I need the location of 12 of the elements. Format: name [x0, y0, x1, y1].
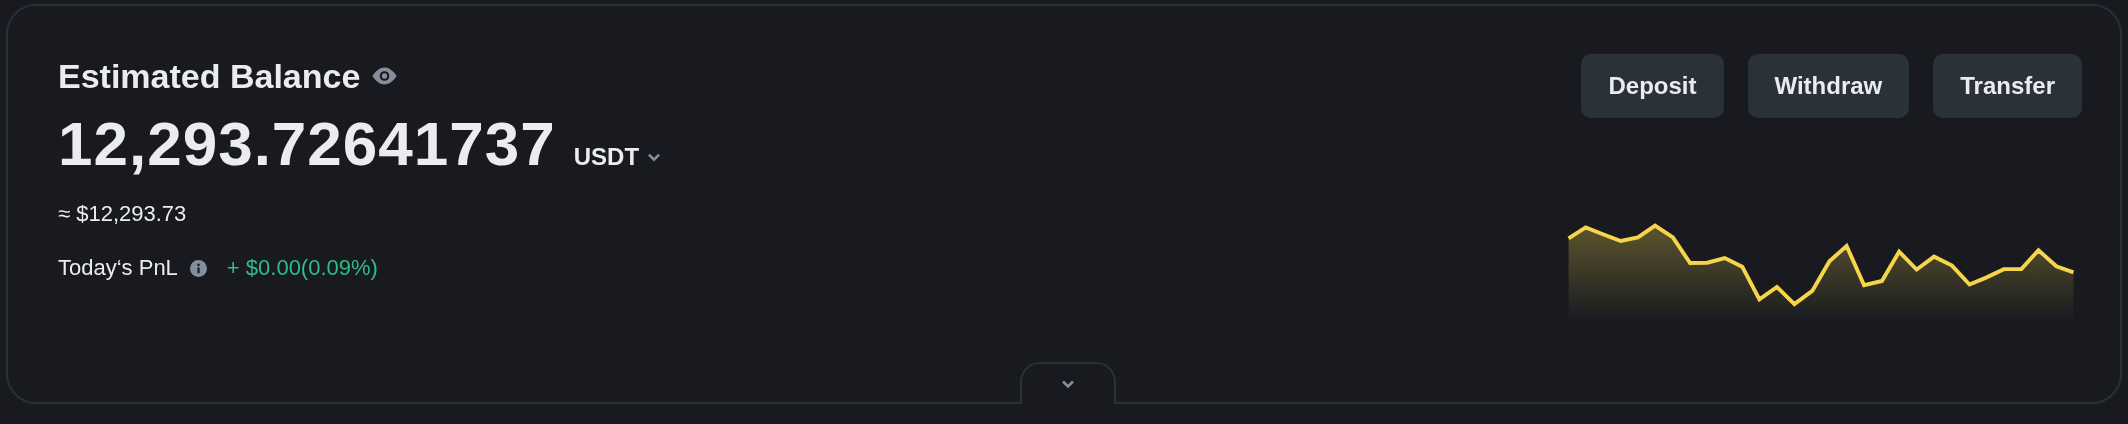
balance-amount: 12,293.72641737: [58, 108, 556, 179]
info-icon[interactable]: [189, 259, 207, 277]
action-button[interactable]: Deposit: [1581, 54, 1724, 118]
caret-icon: [647, 152, 662, 162]
pnl-value: + $0.00(0.09%): [226, 255, 378, 281]
pnl-label: Today‘s PnL: [58, 255, 178, 281]
card-title: Estimated Balance: [58, 56, 361, 96]
action-button[interactable]: Transfer: [1933, 54, 2082, 118]
currency-selector[interactable]: USDT: [573, 143, 662, 171]
approx-value: ≈ $12,293.73: [58, 201, 187, 227]
action-button[interactable]: Withdraw: [1747, 54, 1910, 118]
chevron-down-icon: [1061, 379, 1075, 389]
